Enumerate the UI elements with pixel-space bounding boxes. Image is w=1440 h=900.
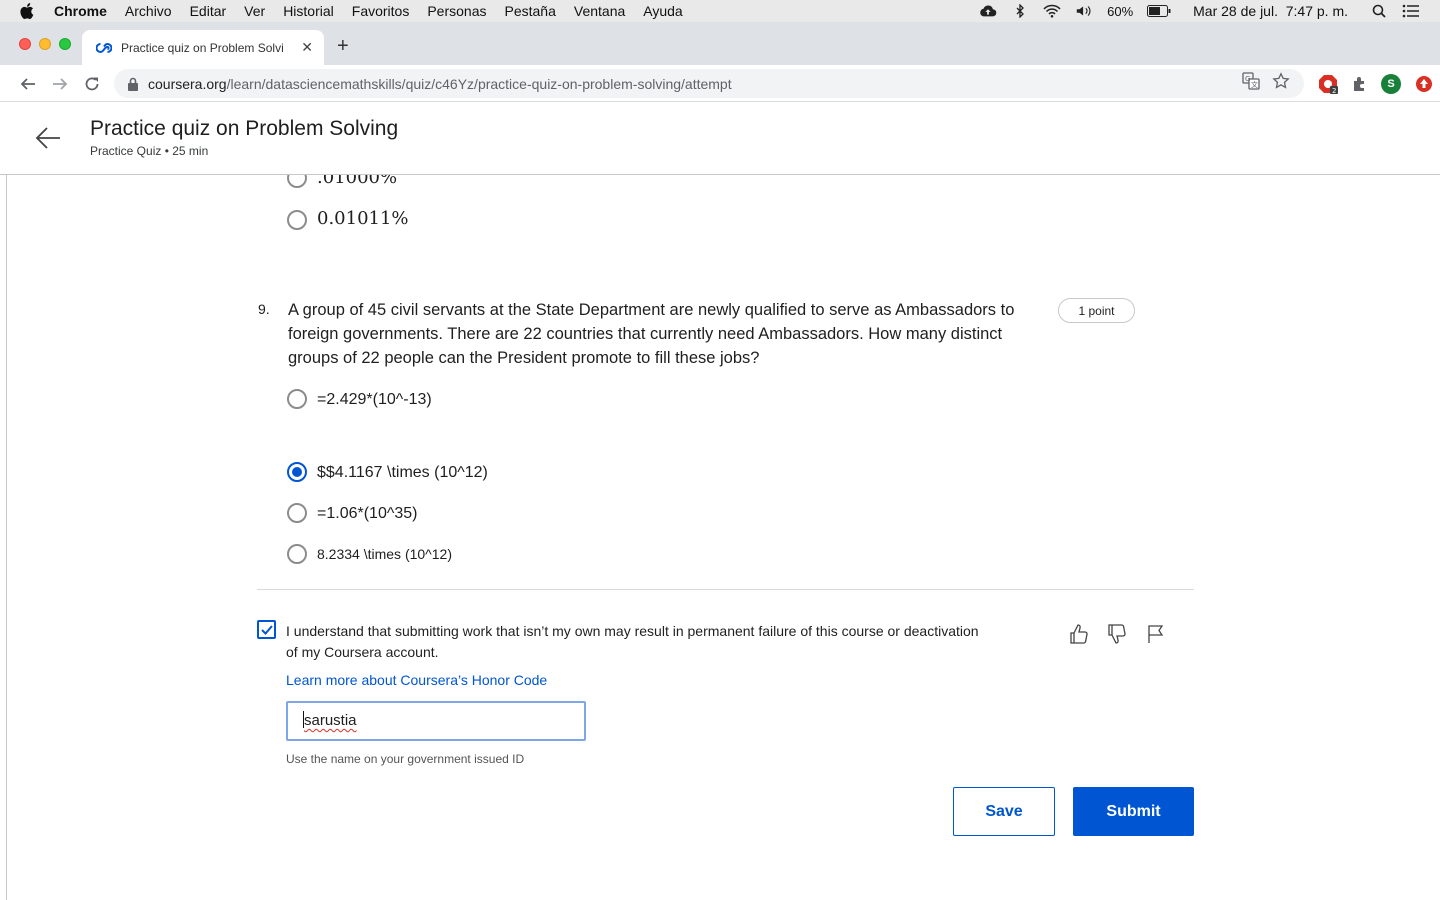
extension-adblock-icon[interactable]: 2: [1318, 74, 1338, 94]
option-label-2[interactable]: $$4.1167 \times (10^12): [317, 464, 488, 482]
extensions-puzzle-icon[interactable]: [1350, 74, 1370, 94]
question-text: A group of 45 civil servants at the Stat…: [288, 301, 1015, 367]
quiz-header-foreground: Practice quiz on Problem Solving Practic…: [0, 102, 1440, 175]
page-subtitle: Practice Quiz • 25 min: [90, 144, 209, 158]
menu-historial[interactable]: Historial: [283, 3, 334, 19]
menu-personas[interactable]: Personas: [427, 3, 486, 19]
new-tab-button[interactable]: +: [337, 36, 349, 56]
question-number: 9.: [258, 301, 270, 317]
bookmark-star-icon[interactable]: [1272, 72, 1290, 93]
menubar-clock[interactable]: Mar 28 de jul. 7:47 p. m.: [1193, 3, 1348, 19]
thumbs-down-icon[interactable]: [1106, 623, 1128, 645]
profile-avatar[interactable]: S: [1381, 74, 1401, 94]
svg-text:G: G: [1245, 75, 1250, 83]
menu-pestana[interactable]: Pestaña: [505, 3, 556, 19]
menu-ver[interactable]: Ver: [244, 3, 265, 19]
minimize-window-button[interactable]: [39, 38, 51, 50]
window-controls: [19, 38, 71, 50]
prev-option-label-2: 0.01011%: [317, 208, 409, 229]
page-title: Practice quiz on Problem Solving: [90, 117, 399, 140]
honor-code-link[interactable]: Learn more about Coursera’s Honor Code: [286, 672, 547, 688]
close-tab-icon[interactable]: ✕: [301, 39, 313, 56]
menu-editar[interactable]: Editar: [190, 3, 227, 19]
honor-code-checkbox[interactable]: [257, 620, 276, 639]
url-host: coursera.org: [148, 75, 227, 92]
points-badge: 1 point: [1058, 298, 1135, 323]
option-label-3[interactable]: =1.06*(10^35): [317, 505, 417, 523]
zoom-window-button[interactable]: [59, 38, 71, 50]
address-bar[interactable]: coursera.org/learn/datasciencemathskills…: [114, 69, 1304, 98]
lock-icon[interactable]: [127, 77, 139, 91]
svg-text:文: 文: [1251, 80, 1258, 89]
radio-prev-option-2[interactable]: [287, 210, 307, 230]
browser-toolbar: coursera.org/learn/datasciencemathskills…: [0, 65, 1440, 102]
menubar-status-area: 60% Mar 28 de jul. 7:47 p. m.: [979, 0, 1420, 22]
radio-option-1[interactable]: [287, 389, 307, 409]
reload-icon[interactable]: [82, 74, 102, 94]
bluetooth-icon[interactable]: [1011, 4, 1029, 18]
spotlight-search-icon[interactable]: [1370, 4, 1388, 18]
option-label-1[interactable]: =2.429*(10^-13): [317, 391, 432, 409]
legal-name-input[interactable]: sarustia: [286, 701, 586, 741]
browser-tab-active[interactable]: Practice quiz on Problem Solvi ✕: [82, 30, 324, 65]
menu-chrome[interactable]: Chrome: [54, 3, 107, 19]
radio-option-4[interactable]: [287, 544, 307, 564]
radio-option-3[interactable]: [287, 503, 307, 523]
cloud-upload-icon[interactable]: [979, 4, 997, 18]
extension-badge-count: 2: [1332, 87, 1336, 94]
menu-favoritos[interactable]: Favoritos: [352, 3, 410, 19]
section-divider: [257, 589, 1194, 590]
volume-icon[interactable]: [1075, 4, 1093, 18]
tab-title: Practice quiz on Problem Solvi: [121, 40, 284, 55]
url-path: /learn/datasciencemathskills/quiz/c46Yz/…: [226, 75, 732, 92]
apple-logo-icon[interactable]: [20, 3, 34, 19]
battery-icon[interactable]: [1147, 4, 1171, 18]
translate-icon[interactable]: G文: [1242, 72, 1260, 93]
submit-button[interactable]: Submit: [1073, 787, 1194, 836]
option-label-4[interactable]: 8.2334 \times (10^12): [317, 546, 452, 562]
update-available-icon[interactable]: [1414, 74, 1434, 94]
menu-ventana[interactable]: Ventana: [574, 3, 625, 19]
content-left-border: [6, 175, 7, 900]
back-icon[interactable]: [18, 74, 38, 94]
menu-archivo[interactable]: Archivo: [125, 3, 172, 19]
feedback-icons: [1068, 623, 1166, 645]
legal-name-value: sarustia: [304, 712, 357, 729]
battery-percent: 60%: [1107, 3, 1134, 19]
back-arrow-icon[interactable]: [34, 124, 62, 152]
omnibox-actions: G文: [1242, 72, 1290, 93]
wifi-icon[interactable]: [1043, 4, 1061, 18]
coursera-favicon-icon: [96, 42, 112, 53]
app-menus: Chrome Archivo Editar Ver Historial Favo…: [54, 3, 701, 19]
thumbs-up-icon[interactable]: [1068, 623, 1090, 645]
control-center-list-icon[interactable]: [1402, 4, 1420, 18]
name-helper-text: Use the name on your government issued I…: [286, 752, 525, 766]
radio-option-2[interactable]: [287, 462, 307, 482]
browser-tab-strip: Practice quiz on Problem Solvi ✕ +: [0, 22, 1440, 65]
flag-icon[interactable]: [1144, 623, 1166, 645]
honor-code-statement: I understand that submitting work that i…: [286, 623, 979, 660]
forward-icon[interactable]: [50, 74, 70, 94]
save-button[interactable]: Save: [953, 787, 1055, 836]
macos-menubar: Chrome Archivo Editar Ver Historial Favo…: [0, 0, 1440, 22]
menu-ayuda[interactable]: Ayuda: [643, 3, 682, 19]
close-window-button[interactable]: [19, 38, 31, 50]
